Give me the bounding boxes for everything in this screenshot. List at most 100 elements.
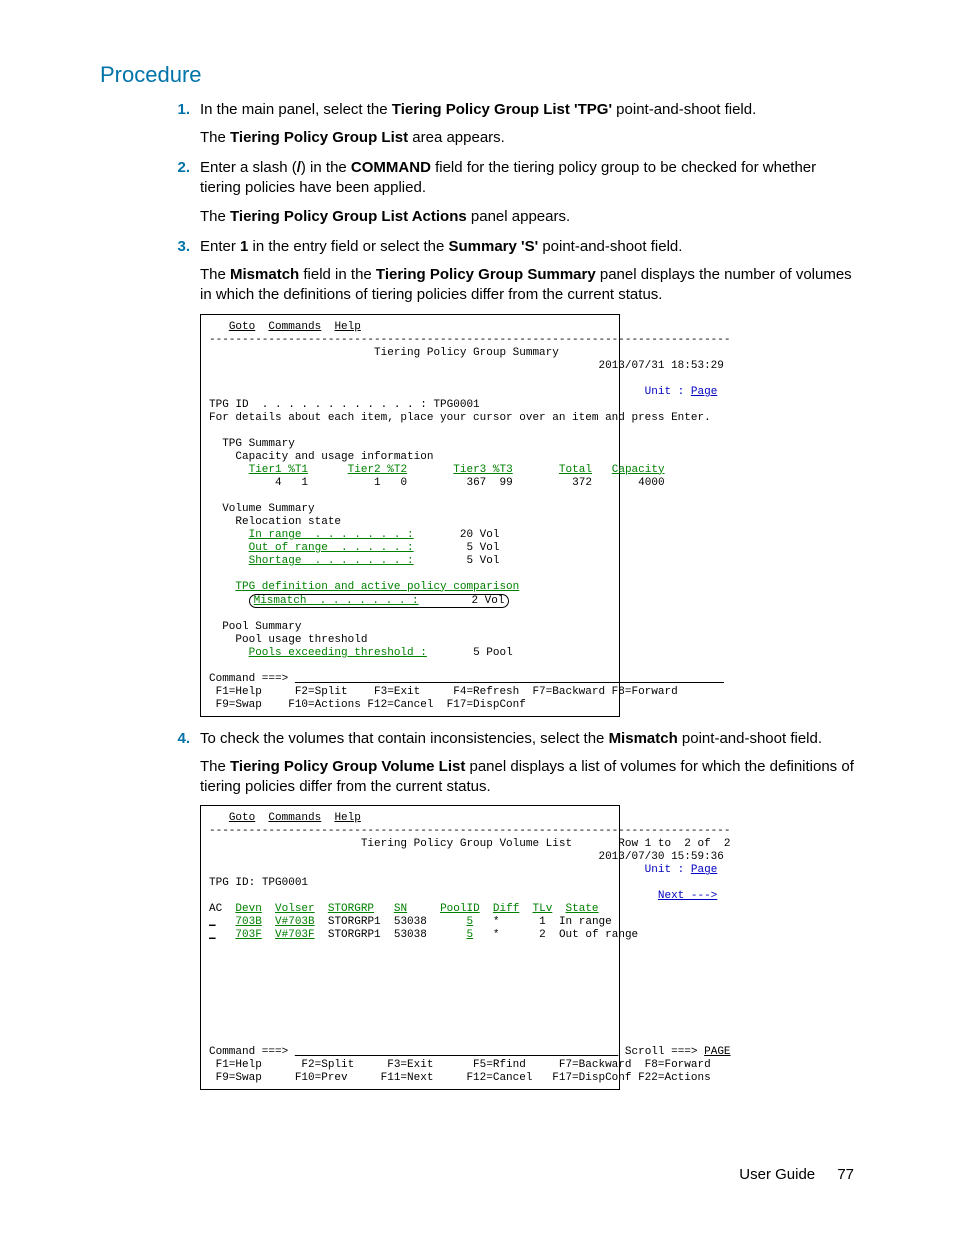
p2-r1-diff: * <box>493 916 500 928</box>
p2-menu-help[interactable]: Help <box>334 812 360 824</box>
step-2-number: 2. <box>160 158 190 178</box>
panel1-pool-exceed-label[interactable]: Pools exceeding threshold : <box>249 647 427 659</box>
panel1-outrange-value: 5 Vol <box>466 542 499 554</box>
p2-r1-storgrp: STORGRP1 <box>328 916 381 928</box>
step-1-bold-a: Tiering Policy Group List 'TPG' <box>392 101 612 118</box>
panel1-pool-exceed-value: 5 Pool <box>473 647 513 659</box>
p2-timestamp: 2013/07/30 15:59:36 <box>598 851 723 863</box>
panel1-shortage-label[interactable]: Shortage . . . . . . . : <box>249 555 414 567</box>
p2-h-poolid[interactable]: PoolID <box>440 903 480 915</box>
step-3-text-e: field in the <box>299 266 376 283</box>
panel1-unit-value[interactable]: Page <box>691 386 717 398</box>
p2-h-ac: AC <box>209 903 222 915</box>
page-footer: User Guide 77 <box>739 1165 854 1185</box>
procedure-steps: 1. In the main panel, select the Tiering… <box>160 100 854 1091</box>
p2-r2-devn[interactable]: 703F <box>235 929 261 941</box>
volume-list-panel: Goto Commands Help ---------------------… <box>200 805 620 1090</box>
step-4: 4. To check the volumes that contain inc… <box>160 729 854 1091</box>
p2-r2-poolid[interactable]: 5 <box>466 929 473 941</box>
menu-help[interactable]: Help <box>334 321 360 333</box>
step-1-number: 1. <box>160 100 190 120</box>
p2-h-sn[interactable]: SN <box>394 903 407 915</box>
p2-r2-volser[interactable]: V#703F <box>275 929 315 941</box>
step-4-text-a: To check the volumes that contain incons… <box>200 730 609 747</box>
footer-title: User Guide <box>739 1166 815 1183</box>
step-1-text-a: In the main panel, select the <box>200 101 392 118</box>
p2-command-prompt[interactable]: Command ===> <box>209 1046 288 1058</box>
panel1-pool-summary: Pool Summary <box>222 621 301 633</box>
panel1-mismatch-label[interactable]: Mismatch . . . . . . . : <box>254 595 419 607</box>
hdr-t1[interactable]: Tier1 %T1 <box>249 464 308 476</box>
step-2-text-e: panel appears. <box>467 208 570 225</box>
p2-r1-ac[interactable]: _ <box>209 916 216 928</box>
p2-tpg-label: TPG ID: <box>209 877 255 889</box>
val-t2: 1 0 <box>374 477 407 489</box>
panel1-title: Tiering Policy Group Summary <box>374 347 559 359</box>
p2-r1-state: In range <box>559 916 612 928</box>
step-4-text-b: point-and-shoot field. <box>678 730 822 747</box>
panel1-fk2: F9=Swap F10=Actions F12=Cancel F17=DispC… <box>216 699 526 711</box>
p2-r2-ac[interactable]: _ <box>209 929 216 941</box>
step-3-text-b: in the entry field or select the <box>248 238 448 255</box>
step-2-text-d: The <box>200 208 230 225</box>
p2-r1-volser[interactable]: V#703B <box>275 916 315 928</box>
panel1-inrange-label[interactable]: In range . . . . . . . : <box>249 529 414 541</box>
p2-menu-goto[interactable]: Goto <box>229 812 255 824</box>
panel1-hr: ----------------------------------------… <box>209 334 731 346</box>
panel1-outrange-label[interactable]: Out of range . . . . . : <box>249 542 414 554</box>
val-total: 372 <box>572 477 592 489</box>
step-3-number: 3. <box>160 237 190 257</box>
panel1-tpg-summary: TPG Summary <box>222 438 295 450</box>
step-2-bold-b: COMMAND <box>351 159 431 176</box>
step-1-text-b: point-and-shoot field. <box>612 101 756 118</box>
step-1-bold-b: Tiering Policy Group List <box>230 129 408 146</box>
panel1-vol-summary: Volume Summary <box>222 503 314 515</box>
step-1: 1. In the main panel, select the Tiering… <box>160 100 854 149</box>
p2-r1-poolid[interactable]: 5 <box>466 916 473 928</box>
step-4-bold-a: Mismatch <box>609 730 678 747</box>
panel1-hint: For details about each item, place your … <box>209 412 711 424</box>
p2-h-state[interactable]: State <box>566 903 599 915</box>
p2-r1-devn[interactable]: 703B <box>235 916 261 928</box>
step-3-text-a: Enter <box>200 238 240 255</box>
val-t1: 4 1 <box>275 477 308 489</box>
p2-h-diff[interactable]: Diff <box>493 903 519 915</box>
p2-r1-sn: 53038 <box>394 916 427 928</box>
p2-h-volser[interactable]: Volser <box>275 903 315 915</box>
panel1-mismatch-value: 2 Vol <box>471 595 504 607</box>
p2-fk2: F9=Swap F10=Prev F11=Next F12=Cancel F17… <box>209 1072 711 1084</box>
hdr-t3[interactable]: Tier3 %T3 <box>453 464 512 476</box>
step-1-text-c: The <box>200 129 230 146</box>
summary-panel: Goto Commands Help ---------------------… <box>200 314 620 717</box>
p2-scroll-label: Scroll ===> <box>625 1046 698 1058</box>
panel1-tpg-label: TPG ID . . . . . . . . . . . . : <box>209 399 427 411</box>
step-3-bold-c: Mismatch <box>230 266 299 283</box>
p2-h-tlv[interactable]: TLv <box>533 903 553 915</box>
menu-commands[interactable]: Commands <box>268 321 321 333</box>
p2-tpg-id: TPG0001 <box>262 877 308 889</box>
step-2-text-a: Enter a slash ( <box>200 159 297 176</box>
p2-hr: ----------------------------------------… <box>209 825 731 837</box>
panel1-tpgdef[interactable]: TPG definition and active policy compari… <box>235 581 519 593</box>
panel1-unit-label: Unit : <box>645 386 685 398</box>
p2-scroll-value[interactable]: PAGE <box>704 1046 730 1058</box>
p2-row-info: Row 1 to 2 of 2 <box>618 838 730 850</box>
hdr-t2[interactable]: Tier2 %T2 <box>348 464 407 476</box>
p2-menu-commands[interactable]: Commands <box>268 812 321 824</box>
step-4-number: 4. <box>160 729 190 749</box>
footer-page-number: 77 <box>837 1166 854 1183</box>
panel1-command-prompt[interactable]: Command ===> <box>209 673 288 685</box>
step-2: 2. Enter a slash (/) in the COMMAND fiel… <box>160 158 854 227</box>
panel1-tpg-id: TPG0001 <box>433 399 479 411</box>
procedure-heading: Procedure <box>100 60 854 90</box>
hdr-total[interactable]: Total <box>559 464 592 476</box>
p2-next[interactable]: Next ---> <box>658 890 717 902</box>
hdr-cap[interactable]: Capacity <box>612 464 665 476</box>
p2-unit-value[interactable]: Page <box>691 864 717 876</box>
p2-h-devn[interactable]: Devn <box>235 903 261 915</box>
step-2-text-b: ) in the <box>301 159 351 176</box>
step-2-bold-c: Tiering Policy Group List Actions <box>230 208 467 225</box>
step-3: 3. Enter 1 in the entry field or select … <box>160 237 854 717</box>
p2-h-storgrp[interactable]: STORGRP <box>328 903 374 915</box>
menu-goto[interactable]: Goto <box>229 321 255 333</box>
